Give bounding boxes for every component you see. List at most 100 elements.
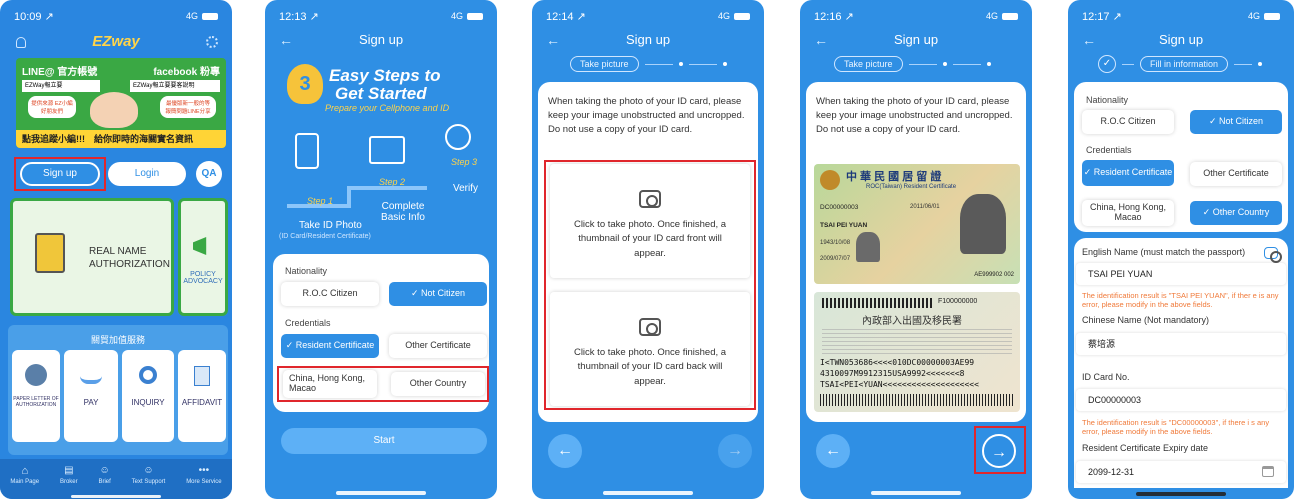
- login-button[interactable]: Login: [108, 162, 186, 186]
- easy-steps-title: Easy Steps to: [329, 66, 441, 85]
- card-date-1: 2011/06/01: [910, 204, 940, 210]
- nationality-label: Nationality: [285, 266, 328, 276]
- not-citizen-option[interactable]: ✓ Not Citizen: [389, 282, 487, 306]
- banner-fb-title: facebook 粉專: [153, 67, 220, 78]
- back-arrow-icon[interactable]: ←: [546, 32, 560, 48]
- home-indicator: [1136, 492, 1226, 496]
- tile-pay[interactable]: PAY: [64, 350, 118, 442]
- chat-icon: ☺: [143, 465, 154, 476]
- start-button[interactable]: Start: [281, 428, 487, 454]
- card-back-barcode: [820, 394, 1014, 406]
- home-indicator: [336, 491, 426, 495]
- policy-card[interactable]: POLICY ADVOCACY: [178, 198, 228, 316]
- step-dot: [986, 62, 991, 66]
- step-divider: [644, 63, 673, 65]
- tile-affidavit[interactable]: AFFIDAVIT: [178, 350, 226, 442]
- home-indicator: [871, 491, 961, 495]
- id-card-input[interactable]: DC00000003: [1076, 389, 1286, 411]
- status-bar: 12:17 ↗ 4G: [1082, 8, 1280, 24]
- chinese-name-label: Chinese Name (Not mandatory): [1082, 315, 1210, 325]
- home-indicator: [603, 491, 693, 495]
- realname-card[interactable]: REAL NAME AUTHORIZATION: [10, 198, 174, 316]
- nav-text-support[interactable]: ☺ Text Support: [132, 465, 166, 485]
- step-indicator: ✓ Fill in information: [1068, 54, 1294, 74]
- not-citizen-option[interactable]: ✓ Not Citizen: [1190, 110, 1282, 134]
- page-title: Sign up: [1158, 32, 1204, 47]
- back-arrow-icon[interactable]: ←: [279, 32, 293, 48]
- camera-icon[interactable]: [1264, 247, 1282, 263]
- other-certificate-option[interactable]: Other Certificate: [1190, 162, 1282, 186]
- step-dot: [678, 62, 683, 66]
- resident-certificate-option[interactable]: ✓ Resident Certificate: [281, 334, 379, 358]
- page-title: Sign up: [358, 32, 404, 47]
- banner-bottom-strip: 點我追蹤小編!!! 給你即時的海關實名資訊: [16, 130, 226, 148]
- header: ← Sign up: [800, 32, 1032, 54]
- status-time: 12:13 ↗: [279, 10, 319, 23]
- clipboard-icon: [35, 233, 65, 273]
- take-id-label: Take ID Photo: [299, 220, 362, 231]
- nav-more-label: More Service: [186, 479, 222, 485]
- settings-icon[interactable]: [206, 36, 218, 48]
- nav-main-page[interactable]: ⌂ Main Page: [10, 465, 39, 485]
- nav-more-service[interactable]: ••• More Service: [186, 465, 221, 485]
- status-signal: 4G: [717, 11, 730, 21]
- signup-highlight: [14, 157, 106, 191]
- next-button[interactable]: →: [718, 434, 752, 468]
- tile-paper-label: PAPER LETTER OF AUTHORIZATION: [13, 396, 59, 408]
- mrz-line-2: 4310097M9912315USA9992<<<<<<<8: [820, 369, 965, 378]
- status-bar: 12:13 ↗ 4G: [279, 8, 483, 24]
- resident-certificate-option[interactable]: ✓ Resident Certificate: [1082, 160, 1174, 186]
- nav-main-label: Main Page: [10, 479, 40, 485]
- card-date-2: 1943/10/08: [820, 240, 851, 246]
- step-done-check-icon: ✓: [1098, 55, 1116, 73]
- china-hk-macao-option[interactable]: China, Hong Kong, Macao: [1082, 200, 1174, 226]
- pen-paper-icon: [194, 366, 210, 386]
- expiry-date-input[interactable]: 2099-12-31: [1076, 461, 1286, 483]
- tile-paper-letter[interactable]: PAPER LETTER OF AUTHORIZATION: [12, 350, 60, 442]
- id-card-back-photo[interactable]: F100000000 內政部入出國及移民署 I<TWN053686<<<<010…: [814, 292, 1020, 412]
- id-card-label: ID Card No.: [1082, 372, 1130, 382]
- card-subtitle: ROC(Taiwan) Resident Certificate: [866, 184, 957, 190]
- social-banner[interactable]: LINE@ 官方帳號 facebook 粉專 EZWay報立要 EZWay報立要…: [16, 58, 226, 148]
- other-certificate-option[interactable]: Other Certificate: [389, 334, 487, 358]
- qa-button[interactable]: QA: [196, 161, 222, 187]
- card-emblem: [820, 170, 840, 190]
- nav-broker[interactable]: ▤ Broker: [60, 465, 78, 485]
- banner-search-right: EZWay報立要要客說明: [130, 80, 220, 92]
- home-indicator: [71, 495, 161, 498]
- more-icon: •••: [198, 465, 210, 476]
- card-portrait: [960, 194, 1006, 254]
- chinese-name-input[interactable]: 蔡培源: [1076, 333, 1286, 355]
- tile-inquiry[interactable]: INQUIRY: [122, 350, 174, 442]
- id-card-front-photo[interactable]: 中 華 民 國 居 留 證 ROC(Taiwan) Resident Certi…: [814, 164, 1020, 284]
- status-signal: 4G: [985, 11, 998, 21]
- other-country-option[interactable]: ✓ Other Country: [1190, 201, 1282, 225]
- screen-take-picture: 12:14 ↗ 4G ← Sign up Take picture When t…: [532, 0, 764, 499]
- status-bar: 12:16 ↗ 4G: [814, 8, 1018, 24]
- nav-brief[interactable]: ☺ Brief: [98, 465, 110, 485]
- screen-fill-info: 12:17 ↗ 4G ← Sign up ✓ Fill in informati…: [1068, 0, 1294, 499]
- english-name-input[interactable]: TSAI PEI YUAN: [1076, 263, 1286, 285]
- roc-citizen-option[interactable]: R.O.C Citizen: [281, 282, 379, 306]
- prev-button[interactable]: ←: [816, 434, 850, 468]
- step-fill-info: Fill in information: [1140, 56, 1229, 72]
- card-date-3: 2009/07/07: [820, 256, 851, 262]
- calendar-icon[interactable]: [1262, 466, 1274, 477]
- prev-button[interactable]: ←: [548, 434, 582, 468]
- bottom-nav: ⌂ Main Page ▤ Broker ☺ Brief ☺ Text Support …: [0, 459, 232, 499]
- credentials-highlight: [277, 366, 489, 402]
- card-back-title: 內政部入出國及移民署: [862, 316, 962, 327]
- page-title: Sign up: [893, 32, 939, 47]
- id-card-warning: The identification result is "DC00000003…: [1082, 418, 1270, 437]
- back-arrow-icon[interactable]: ←: [814, 32, 828, 48]
- roc-citizen-option[interactable]: R.O.C Citizen: [1082, 110, 1174, 134]
- services-title: 關貿加值服務: [90, 335, 145, 345]
- person-icon: [25, 364, 47, 386]
- status-time: 12:14 ↗: [546, 10, 586, 23]
- card-portrait-small: [856, 232, 880, 262]
- step-dot: [722, 62, 727, 66]
- card-barcode: [822, 298, 932, 308]
- back-arrow-icon[interactable]: ←: [1082, 32, 1096, 48]
- header: ← Sign up: [532, 32, 764, 54]
- step-divider: [1122, 63, 1134, 65]
